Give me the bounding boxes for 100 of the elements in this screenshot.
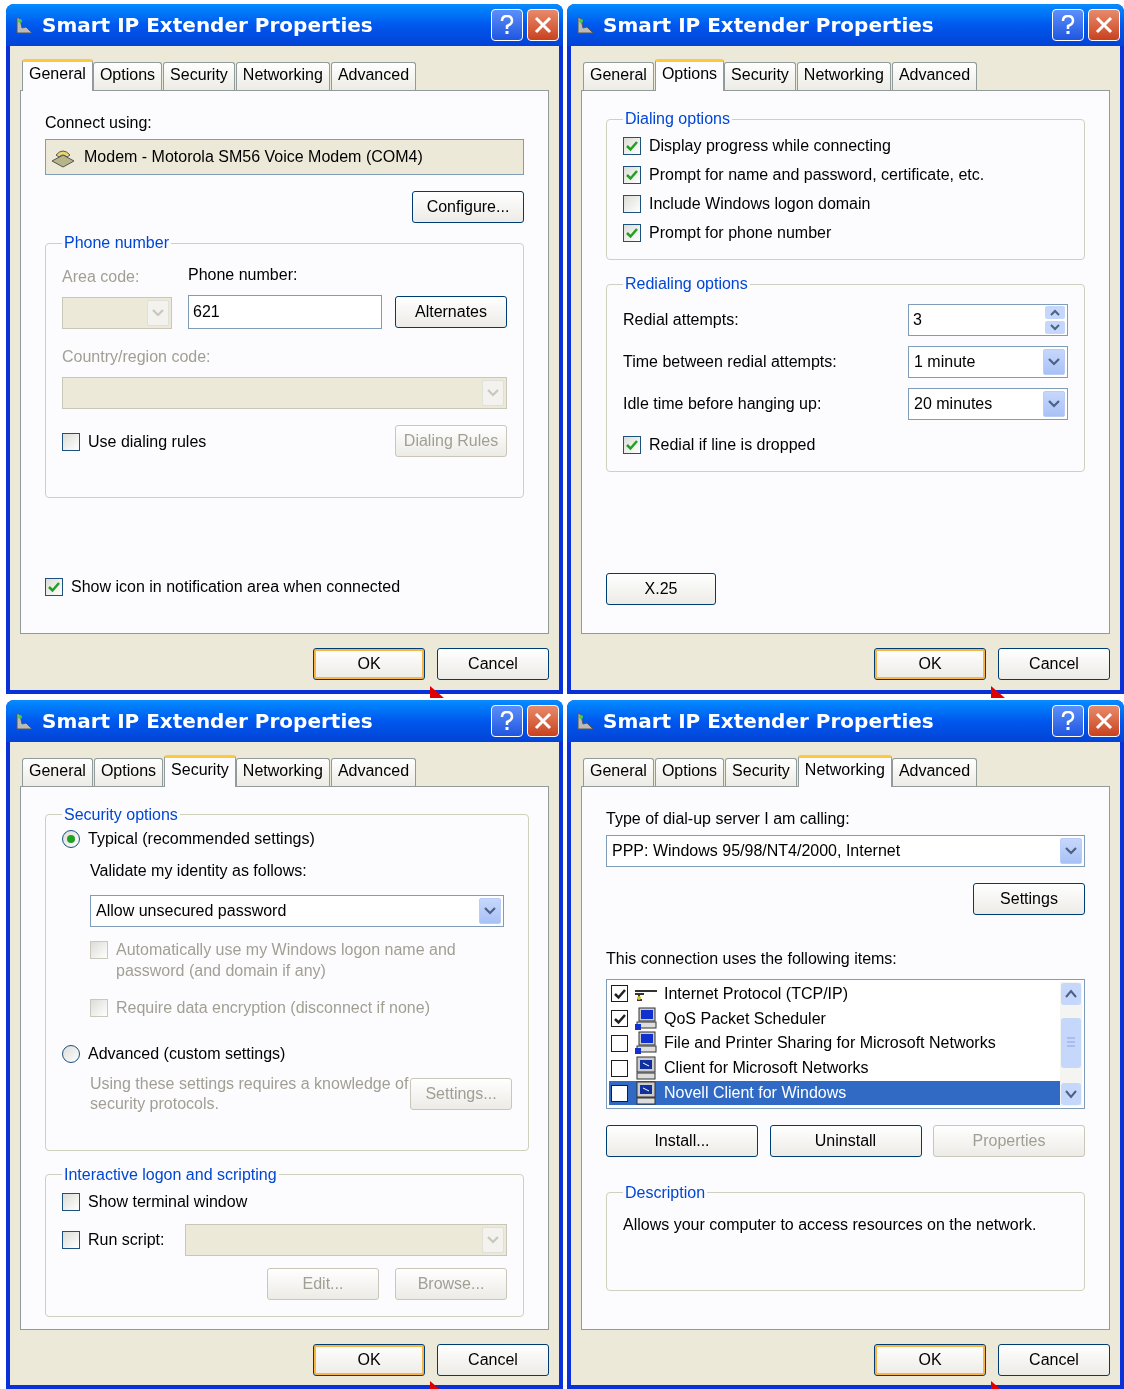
radio-button[interactable] (62, 1044, 80, 1063)
checkbox[interactable] (62, 1192, 80, 1211)
ok-button[interactable]: OK (874, 1343, 986, 1376)
field-label: Phone number: (188, 265, 299, 285)
checkbox-label: Run script: (88, 1230, 165, 1250)
list-item[interactable]: Client for Microsoft Networks (609, 1055, 1060, 1081)
pointer-icon (991, 685, 1005, 698)
tab[interactable]: Options (93, 757, 164, 786)
scrollbar[interactable] (1060, 981, 1082, 1106)
close-button[interactable] (527, 9, 559, 41)
close-button[interactable] (527, 704, 559, 737)
checkbox[interactable] (611, 1084, 628, 1102)
dialog-button[interactable]: Configure... (412, 191, 524, 223)
dialog-button[interactable]: Cancel (998, 648, 1110, 680)
tab[interactable]: Security (724, 62, 796, 90)
app-icon (575, 710, 595, 731)
help-button[interactable] (491, 704, 523, 737)
field-label: This connection uses the following items: (606, 948, 898, 969)
checkmark-icon (626, 169, 638, 181)
checkbox[interactable] (623, 436, 641, 454)
ok-button[interactable]: OK (313, 1343, 425, 1376)
tab[interactable]: Security (164, 754, 236, 787)
dialog-button[interactable]: Cancel (437, 648, 549, 680)
list-item[interactable]: QoS Packet Scheduler (609, 1006, 1060, 1032)
spinner-field[interactable]: 3 (908, 304, 1068, 336)
checkbox[interactable] (623, 137, 641, 155)
tab[interactable]: Advanced (330, 757, 417, 786)
checkbox[interactable] (623, 166, 641, 184)
tab[interactable]: Options (654, 59, 725, 91)
checkbox[interactable] (611, 1059, 628, 1077)
dialog-button[interactable]: Install... (606, 1124, 758, 1157)
dropdown[interactable]: 1 minute (908, 346, 1068, 378)
radio-button[interactable] (62, 829, 80, 848)
dialog-button[interactable]: Alternates (395, 296, 507, 328)
dropdown[interactable]: 20 minutes (908, 388, 1068, 420)
tab[interactable]: Security (163, 62, 235, 90)
checkbox-label: Show icon in notification area when connected (71, 577, 401, 597)
field-label: Connect using: (45, 113, 153, 133)
ok-button[interactable]: OK (874, 648, 986, 680)
tab[interactable]: Options (654, 757, 725, 786)
tab[interactable]: Networking (797, 754, 892, 787)
tab[interactable]: General (22, 757, 93, 786)
checkbox[interactable] (611, 1035, 628, 1052)
list-item[interactable]: Novell Client for Windows (609, 1080, 1060, 1106)
checkbox[interactable] (623, 195, 641, 213)
close-icon (1095, 711, 1113, 730)
checkmark-icon (48, 581, 60, 593)
dialog-button[interactable]: Cancel (437, 1343, 549, 1376)
checkmark-icon (626, 140, 638, 152)
checkmark-icon (613, 1012, 626, 1025)
tab[interactable]: Advanced (330, 62, 417, 90)
window-title: Smart IP Extender Properties (603, 12, 934, 39)
window-title: Smart IP Extender Properties (603, 707, 934, 735)
checkbox[interactable] (62, 432, 80, 451)
dialog-button[interactable]: Settings (973, 882, 1085, 915)
group-title: Dialing options (624, 109, 731, 129)
field-label: Redial attempts: (623, 310, 739, 330)
tab[interactable]: Advanced (891, 757, 978, 786)
tab[interactable]: Networking (796, 62, 891, 90)
tab[interactable]: Advanced (891, 62, 978, 90)
tab[interactable]: General (583, 757, 654, 786)
checkbox[interactable] (611, 1010, 628, 1028)
checkbox-label: Automatically use my Windows logon name and password (and domain if any) (116, 939, 457, 981)
field-label: Type of dial-up server I am calling: (606, 808, 851, 829)
dialog-button[interactable]: Uninstall (769, 1124, 922, 1157)
computer-icon (634, 1081, 658, 1106)
field-label: Idle time before hanging up: (623, 394, 822, 414)
checkbox[interactable] (62, 1231, 80, 1249)
phone-number-field[interactable]: 621 (188, 295, 382, 329)
tab[interactable]: Networking (235, 757, 330, 786)
checkbox-label: Display progress while connecting (649, 136, 891, 156)
help-icon (500, 15, 514, 35)
ok-button[interactable]: OK (313, 648, 425, 680)
dropdown[interactable]: PPP: Windows 95/98/NT4/2000, Internet (606, 834, 1085, 867)
list-item[interactable]: File and Printer Sharing for Microsoft Networks (609, 1031, 1060, 1056)
dropdown[interactable]: Allow unsecured password (90, 894, 504, 927)
dialog-button[interactable]: X.25 (606, 573, 716, 605)
spinner-arrows-icon (1045, 306, 1065, 334)
tab[interactable]: General (583, 62, 654, 90)
tab[interactable]: Options (92, 62, 163, 90)
checkbox-label: Prompt for name and password, certificate, etc. (649, 165, 985, 185)
field-label: Validate my identity as follows: (90, 860, 308, 881)
tab[interactable]: Security (725, 757, 797, 786)
checkbox[interactable] (611, 985, 628, 1003)
close-button[interactable] (1088, 9, 1120, 41)
tab[interactable]: General (22, 59, 93, 91)
help-button[interactable] (1052, 9, 1084, 41)
close-button[interactable] (1088, 704, 1120, 737)
app-icon (14, 15, 34, 35)
group-title: Description (624, 1182, 707, 1203)
checkbox[interactable] (45, 578, 63, 596)
checkmark-icon (613, 987, 626, 1000)
help-button[interactable] (491, 9, 523, 41)
close-icon (534, 16, 552, 34)
dialog-button[interactable]: Cancel (998, 1343, 1110, 1376)
help-button[interactable] (1052, 704, 1084, 737)
list-item[interactable]: Internet Protocol (TCP/IP) (609, 981, 1060, 1007)
checkbox[interactable] (623, 224, 641, 242)
tab[interactable]: Networking (235, 62, 330, 90)
computer-icon (634, 1031, 658, 1056)
